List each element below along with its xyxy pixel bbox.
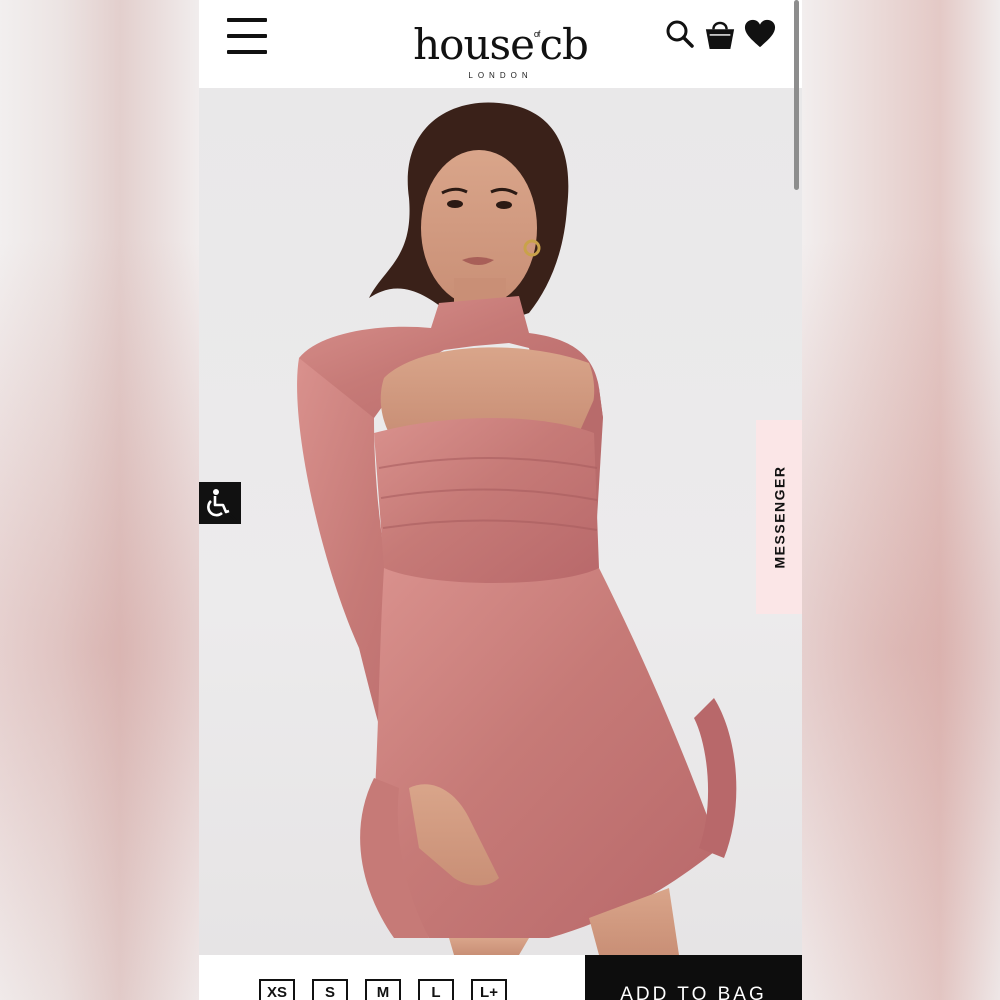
size-option-l[interactable]: L bbox=[418, 979, 454, 1000]
size-option-xs[interactable]: XS bbox=[259, 979, 295, 1000]
model-photo bbox=[297, 102, 737, 955]
header-actions bbox=[664, 14, 776, 54]
purchase-bar: XS S M L L+ ADD TO BAG bbox=[199, 955, 802, 1000]
logo-subtitle: LONDON bbox=[468, 71, 533, 80]
size-selector: XS S M L L+ bbox=[259, 979, 507, 1000]
size-option-l-plus[interactable]: L+ bbox=[471, 979, 507, 1000]
add-to-bag-button[interactable]: ADD TO BAG bbox=[585, 955, 802, 1000]
accessibility-button[interactable] bbox=[199, 482, 241, 524]
product-image[interactable] bbox=[199, 88, 802, 955]
messenger-tab[interactable]: MESSENGER bbox=[756, 420, 802, 614]
mobile-page: houseofcb LONDON MESSENGER XS S M L L+ A… bbox=[199, 0, 802, 1000]
messenger-label: MESSENGER bbox=[771, 465, 787, 569]
search-icon[interactable] bbox=[664, 16, 696, 52]
size-option-s[interactable]: S bbox=[312, 979, 348, 1000]
heart-icon[interactable] bbox=[744, 16, 776, 52]
site-header: houseofcb LONDON bbox=[199, 0, 802, 88]
size-option-m[interactable]: M bbox=[365, 979, 401, 1000]
scrollbar[interactable] bbox=[794, 0, 799, 190]
accessibility-icon bbox=[207, 489, 237, 520]
shopping-bag-icon[interactable] bbox=[704, 16, 736, 52]
